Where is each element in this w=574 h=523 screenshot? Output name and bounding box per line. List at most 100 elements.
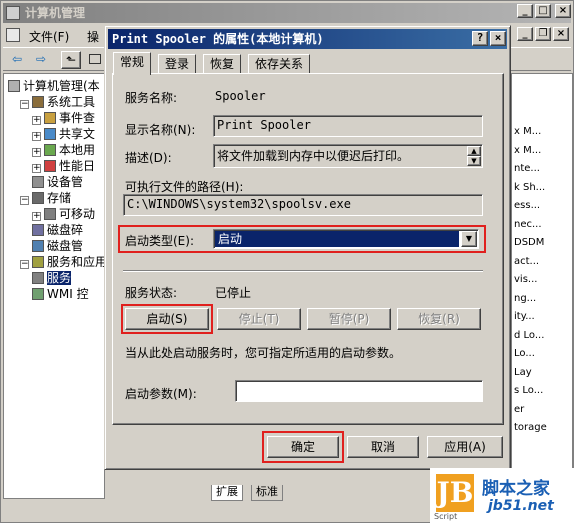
tab-standard[interactable]: 标准: [251, 485, 283, 501]
maximize-button[interactable]: □: [535, 4, 551, 18]
tree-item[interactable]: 磁盘管: [32, 238, 83, 254]
back-arrow-icon[interactable]: ⇦: [7, 51, 27, 69]
tree-item[interactable]: + 性能日: [32, 158, 95, 174]
tree-item-label: 服务和应用: [47, 255, 105, 269]
list-item[interactable]: ng...: [514, 293, 536, 304]
tree-node-icon: [8, 80, 20, 92]
forward-arrow-icon[interactable]: ⇨: [31, 51, 51, 69]
general-tab-panel: 服务名称: Spooler 显示名称(N): Print Spooler 描述(…: [112, 73, 504, 425]
collapse-minus-icon[interactable]: −: [20, 260, 29, 269]
tree-item[interactable]: 设备管: [32, 174, 83, 190]
list-item[interactable]: ess...: [514, 200, 540, 211]
start-params-label: 启动参数(M):: [125, 387, 197, 401]
pause-button[interactable]: 暂停(P): [307, 308, 391, 330]
inner-close-button[interactable]: ×: [553, 27, 569, 41]
service-name-label: 服务名称:: [125, 91, 178, 105]
expand-plus-icon[interactable]: +: [32, 164, 41, 173]
start-params-input[interactable]: [235, 380, 483, 402]
list-item[interactable]: x M...: [514, 145, 541, 156]
tree-item-label: WMI 控: [47, 287, 89, 301]
list-item[interactable]: d Lo...: [514, 330, 544, 341]
tree-node-icon: [32, 240, 44, 252]
tree-node-icon: [44, 112, 56, 124]
tree-item[interactable]: + 可移动: [32, 206, 95, 222]
tree-item[interactable]: 服务: [32, 270, 72, 286]
stop-button[interactable]: 停止(T): [217, 308, 301, 330]
tree-node-icon: [32, 192, 44, 204]
tree-item-label: 磁盘碎: [47, 223, 84, 237]
inner-minimize-button[interactable]: _: [517, 27, 533, 41]
tree-node-icon: [44, 160, 56, 172]
tree-item[interactable]: + 共享文: [32, 126, 95, 142]
list-item[interactable]: ity...: [514, 311, 535, 322]
ok-button[interactable]: 确定: [267, 436, 339, 458]
tree-item-label: 服务: [47, 271, 72, 285]
expand-plus-icon[interactable]: +: [32, 148, 41, 157]
print-spooler-properties-dialog: Print Spooler 的属性(本地计算机) ? × 常规 登录 恢复 依存…: [104, 25, 511, 470]
tree-item[interactable]: − 服务和应用: [20, 254, 105, 270]
help-button[interactable]: ?: [472, 31, 488, 46]
description-field[interactable]: 将文件加载到内存中以便迟后打印。: [213, 144, 483, 168]
cancel-button[interactable]: 取消: [347, 436, 419, 458]
tree-node-icon: [32, 288, 44, 300]
list-item[interactable]: s Lo...: [514, 385, 543, 396]
tab-logon[interactable]: 登录: [158, 54, 197, 74]
display-name-field[interactable]: Print Spooler: [213, 115, 483, 137]
tree-item[interactable]: + 本地用: [32, 142, 95, 158]
expand-plus-icon[interactable]: +: [32, 132, 41, 141]
apply-button[interactable]: 应用(A): [427, 436, 503, 458]
tree-item[interactable]: WMI 控: [32, 286, 89, 302]
watermark-script-text: Script: [434, 512, 458, 521]
tree-item-label: 性能日: [59, 159, 96, 173]
tree-node-icon: [32, 176, 44, 188]
mmc-doc-icon: [6, 28, 20, 42]
resume-button[interactable]: 恢复(R): [397, 308, 481, 330]
dialog-close-button[interactable]: ×: [490, 31, 506, 46]
tree-item[interactable]: − 系统工具: [20, 94, 95, 110]
tab-extended[interactable]: 扩展: [211, 485, 243, 501]
list-item[interactable]: torage: [514, 422, 547, 433]
dialog-title-bar[interactable]: Print Spooler 的属性(本地计算机) ? ×: [108, 29, 507, 49]
list-item[interactable]: vis...: [514, 274, 537, 285]
tab-dependencies[interactable]: 依存关系: [248, 54, 311, 74]
list-item[interactable]: er: [514, 404, 524, 415]
collapse-minus-icon[interactable]: −: [20, 100, 29, 109]
startup-type-select[interactable]: 启动 ▼: [213, 229, 479, 249]
service-status-value: 已停止: [215, 286, 252, 300]
list-item[interactable]: x M...: [514, 126, 541, 137]
show-hide-tree-icon[interactable]: [85, 51, 105, 69]
inner-restore-button[interactable]: ❐: [535, 27, 551, 41]
exe-path-field[interactable]: C:\WINDOWS\system32\spoolsv.exe: [123, 194, 483, 216]
collapse-minus-icon[interactable]: −: [20, 196, 29, 205]
exe-path-label: 可执行文件的路径(H):: [125, 180, 244, 194]
list-item[interactable]: k Sh...: [514, 182, 545, 193]
scroll-down-icon[interactable]: ▼: [467, 156, 481, 166]
scroll-up-icon[interactable]: ▲: [467, 146, 481, 156]
list-item[interactable]: DSDM: [514, 237, 544, 248]
dropdown-arrow-icon[interactable]: ▼: [461, 231, 477, 247]
tree-item[interactable]: − 存储: [20, 190, 71, 206]
menu-action[interactable]: 操: [87, 28, 99, 45]
minimize-button[interactable]: _: [517, 4, 533, 18]
close-button[interactable]: ×: [555, 4, 571, 18]
description-label: 描述(D):: [125, 151, 172, 165]
menu-file[interactable]: 文件(F): [29, 28, 69, 45]
start-button[interactable]: 启动(S): [125, 308, 209, 330]
tab-recovery[interactable]: 恢复: [203, 54, 242, 74]
list-item[interactable]: act...: [514, 256, 539, 267]
tree-item[interactable]: 计算机管理(本: [8, 78, 100, 94]
tab-general[interactable]: 常规: [113, 52, 152, 75]
main-title-bar[interactable]: 计算机管理: [3, 3, 571, 23]
list-item[interactable]: nec...: [514, 219, 542, 230]
startup-type-value: 启动: [215, 231, 459, 247]
jb51-logo: JB: [436, 474, 474, 512]
tree-item[interactable]: 磁盘碎: [32, 222, 83, 238]
list-item[interactable]: Lay: [514, 367, 532, 378]
up-folder-icon[interactable]: ⬑: [61, 51, 81, 69]
expand-plus-icon[interactable]: +: [32, 116, 41, 125]
list-item[interactable]: nte...: [514, 163, 540, 174]
tree-item[interactable]: + 事件查: [32, 110, 95, 126]
expand-plus-icon[interactable]: +: [32, 212, 41, 221]
list-item[interactable]: Lo...: [514, 348, 535, 359]
watermark-url: jb51.net: [488, 498, 554, 514]
